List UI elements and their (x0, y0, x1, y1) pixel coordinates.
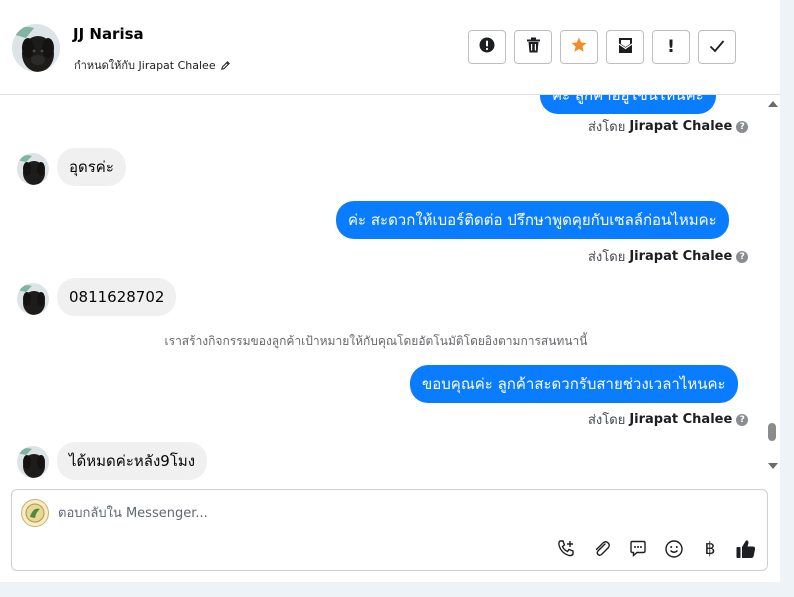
incoming-message[interactable]: อุดรค่ะ (57, 148, 126, 186)
header-actions: ! (468, 30, 736, 64)
follow-up-button[interactable]: ! (652, 30, 690, 64)
composer-tools: ฿ (554, 537, 758, 561)
scroll-thumb[interactable] (768, 423, 776, 441)
pencil-icon[interactable] (220, 60, 231, 71)
contact-avatar-small[interactable] (17, 446, 49, 478)
reply-input[interactable] (58, 503, 658, 523)
paperclip-icon[interactable] (590, 537, 614, 561)
help-icon[interactable]: ? (736, 413, 749, 426)
page-avatar (21, 499, 49, 527)
contact-avatar-small[interactable] (17, 283, 49, 315)
incoming-message[interactable]: ได้หมดค่ะหลัง9โมง (57, 442, 208, 480)
scroll-up-arrow[interactable] (768, 101, 778, 107)
outgoing-message[interactable]: ขอบคุณค่ะ ลูกค้าสะดวกรับสายช่วงเวลาไหนคะ (410, 365, 738, 403)
chat-bubble-icon[interactable] (626, 537, 650, 561)
delete-button[interactable] (514, 30, 552, 64)
sent-by-label: ส่งโดย Jirapat Chalee ? (588, 246, 749, 267)
exclamation-icon: ! (667, 37, 675, 57)
envelope-open-icon (617, 37, 634, 58)
outgoing-message[interactable]: ค่ะ สะดวกให้เบอร์ติดต่อ ปรึกษาพูดคุยกับเ… (336, 201, 729, 239)
sent-by-prefix: ส่งโดย (588, 120, 626, 135)
check-icon (709, 38, 725, 57)
message-thread[interactable]: ค่ะ ลูกค้าอยู่โซนไหนคะ ส่งโดย Jirapat Ch… (0, 95, 762, 480)
done-button[interactable] (698, 30, 736, 64)
assignment-label: กำหนดให้กับ Jirapat Chalee (74, 59, 216, 72)
star-button[interactable] (560, 30, 598, 64)
help-icon[interactable]: ? (736, 120, 749, 133)
star-icon (570, 36, 588, 58)
scroll-down-arrow[interactable] (768, 463, 778, 469)
conversation-panel: JJ Narisa กำหนดให้กับ Jirapat Chalee ! ค… (0, 0, 780, 582)
thread-scrollbar[interactable] (764, 95, 780, 480)
contact-name[interactable]: JJ Narisa (73, 25, 144, 43)
baht-icon[interactable]: ฿ (698, 537, 722, 561)
sent-by-agent: Jirapat Chalee (629, 249, 733, 264)
thumbs-up-icon[interactable] (734, 537, 758, 561)
phone-plus-icon[interactable] (554, 537, 578, 561)
mark-unread-button[interactable] (606, 30, 644, 64)
alert-circle-icon (479, 37, 495, 57)
sent-by-label: ส่งโดย Jirapat Chalee ? (588, 409, 749, 430)
incoming-message[interactable]: 0811628702 (57, 278, 177, 316)
reply-composer: ฿ (11, 489, 768, 571)
sent-by-agent: Jirapat Chalee (629, 119, 733, 134)
sent-by-agent: Jirapat Chalee (629, 412, 733, 427)
conversation-header: JJ Narisa กำหนดให้กับ Jirapat Chalee ! (0, 0, 780, 95)
sent-by-prefix: ส่งโดย (588, 250, 626, 265)
emoji-icon[interactable] (662, 537, 686, 561)
contact-avatar-small[interactable] (17, 153, 49, 185)
sent-by-label: ส่งโดย Jirapat Chalee ? (588, 116, 749, 137)
trash-icon (526, 37, 541, 57)
help-icon[interactable]: ? (736, 250, 749, 263)
contact-avatar[interactable] (12, 24, 60, 72)
assignment-row[interactable]: กำหนดให้กับ Jirapat Chalee (74, 56, 231, 74)
report-button[interactable] (468, 30, 506, 64)
system-notice: เราสร้างกิจกรรมของลูกค้าเป้าหมายให้กับคุ… (164, 334, 588, 348)
sent-by-prefix: ส่งโดย (588, 413, 626, 428)
outgoing-message[interactable]: ค่ะ ลูกค้าอยู่โซนไหนคะ (540, 95, 716, 114)
